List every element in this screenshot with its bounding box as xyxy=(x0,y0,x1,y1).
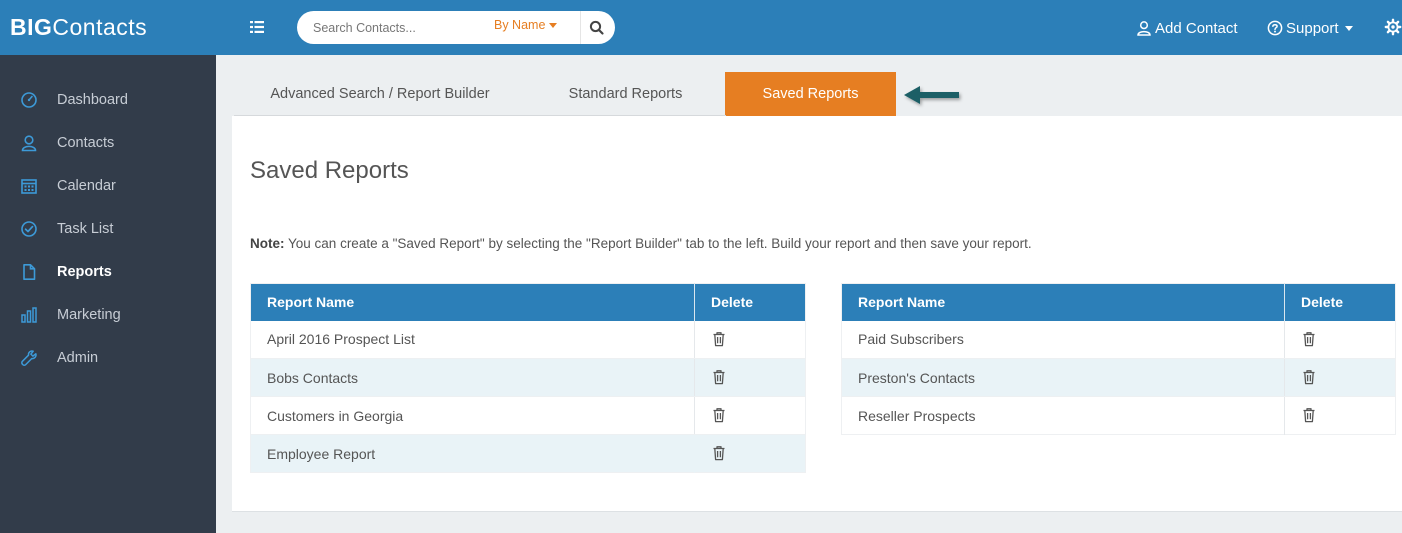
user-icon xyxy=(21,135,37,152)
search-mode-label: By Name xyxy=(494,18,546,32)
document-icon xyxy=(23,264,36,280)
table-header-row: Report Name Delete xyxy=(250,283,806,321)
delete-cell xyxy=(694,358,806,397)
table-row: Customers in Georgia xyxy=(250,396,806,435)
trash-icon[interactable] xyxy=(1302,331,1316,347)
note-text: Note: You can create a "Saved Report" by… xyxy=(250,236,1032,251)
tab-saved-reports[interactable]: Saved Reports xyxy=(725,72,896,116)
column-header-delete: Delete xyxy=(1284,283,1396,321)
caret-down-icon xyxy=(1344,25,1353,31)
column-header-report-name: Report Name xyxy=(250,283,695,321)
saved-reports-table-left: Report Name Delete April 2016 Prospect L… xyxy=(250,283,806,473)
check-circle-icon xyxy=(21,221,37,237)
sidebar-item-label: Dashboard xyxy=(57,92,128,108)
search-divider xyxy=(580,11,581,44)
caret-down-icon xyxy=(549,23,558,29)
bar-chart-icon xyxy=(21,307,37,323)
sidebar-item-task-list[interactable]: Task List xyxy=(0,207,216,250)
sidebar-item-label: Reports xyxy=(57,264,112,280)
gear-icon xyxy=(1384,18,1402,36)
add-contact-label: Add Contact xyxy=(1155,19,1238,37)
question-circle-icon xyxy=(1267,20,1283,36)
search-input[interactable] xyxy=(313,19,483,37)
tab-standard-reports[interactable]: Standard Reports xyxy=(526,72,725,116)
delete-cell xyxy=(1284,320,1396,359)
gauge-icon xyxy=(21,92,37,108)
trash-icon[interactable] xyxy=(712,369,726,385)
table-row: Bobs Contacts xyxy=(250,358,806,397)
sidebar-item-dashboard[interactable]: Dashboard xyxy=(0,78,216,121)
report-name-cell[interactable]: Employee Report xyxy=(250,434,695,473)
report-name-cell[interactable]: Paid Subscribers xyxy=(841,320,1285,359)
report-name-cell[interactable]: Reseller Prospects xyxy=(842,397,1285,435)
trash-icon[interactable] xyxy=(1302,407,1316,423)
delete-cell xyxy=(1284,358,1396,397)
delete-cell xyxy=(1284,396,1396,435)
sidebar-item-admin[interactable]: Admin xyxy=(0,336,216,379)
support-label: Support xyxy=(1286,19,1339,37)
table-row: Employee Report xyxy=(250,434,806,473)
report-name-cell[interactable]: Preston's Contacts xyxy=(841,358,1285,397)
arrow-left-icon xyxy=(904,86,959,104)
app-logo[interactable]: BIGContacts xyxy=(10,14,147,40)
logo-big-text: BIG xyxy=(10,14,53,40)
report-name-cell[interactable]: Bobs Contacts xyxy=(250,358,695,397)
sidebar-item-label: Task List xyxy=(57,221,114,237)
search-icon xyxy=(589,20,604,35)
sidebar-item-reports[interactable]: Reports xyxy=(0,250,216,293)
sidebar-item-label: Admin xyxy=(57,350,99,366)
calendar-icon xyxy=(21,179,37,194)
sidebar-item-marketing[interactable]: Marketing xyxy=(0,293,216,336)
top-header: BIGContacts By Name Add Contact Support xyxy=(0,0,1402,55)
table-row: Paid Subscribers xyxy=(841,320,1396,359)
sidebar-item-label: Marketing xyxy=(57,307,121,323)
saved-reports-table-right: Report Name Delete Paid Subscribers Pres… xyxy=(841,283,1396,435)
column-header-delete: Delete xyxy=(694,283,806,321)
logo-contacts-text: Contacts xyxy=(52,14,148,40)
trash-icon[interactable] xyxy=(1302,369,1316,385)
note-body: You can create a "Saved Report" by selec… xyxy=(288,236,1032,251)
sidebar-item-label: Calendar xyxy=(57,178,116,194)
trash-icon[interactable] xyxy=(712,445,726,461)
sidebar-item-contacts[interactable]: Contacts xyxy=(0,121,216,164)
search-mode-dropdown[interactable]: By Name xyxy=(494,18,558,32)
wrench-icon xyxy=(21,350,37,366)
sidebar: Dashboard Contacts Calendar Task List Re… xyxy=(0,55,216,533)
sidebar-item-label: Contacts xyxy=(57,135,115,151)
tab-advanced-search[interactable]: Advanced Search / Report Builder xyxy=(234,72,526,116)
settings-button[interactable] xyxy=(1384,18,1402,36)
sidebar-item-calendar[interactable]: Calendar xyxy=(0,164,216,207)
table-header-row: Report Name Delete xyxy=(841,283,1396,321)
page-title: Saved Reports xyxy=(250,157,409,184)
delete-cell xyxy=(694,434,806,473)
search-button[interactable] xyxy=(587,18,607,38)
column-header-report-name: Report Name xyxy=(841,283,1285,321)
delete-cell xyxy=(694,396,806,435)
note-label: Note: xyxy=(250,236,285,251)
table-row: Reseller Prospects xyxy=(842,396,1396,435)
trash-icon[interactable] xyxy=(712,407,726,423)
delete-cell xyxy=(694,320,806,359)
menu-icon[interactable] xyxy=(248,19,266,35)
user-icon xyxy=(1137,21,1151,36)
report-name-cell[interactable]: April 2016 Prospect List xyxy=(250,320,695,359)
table-row: Preston's Contacts xyxy=(841,358,1396,397)
support-dropdown[interactable]: Support xyxy=(1267,18,1353,38)
table-row: April 2016 Prospect List xyxy=(250,320,806,359)
add-contact-link[interactable]: Add Contact xyxy=(1136,18,1238,38)
trash-icon[interactable] xyxy=(712,331,726,347)
report-name-cell[interactable]: Customers in Georgia xyxy=(250,396,695,435)
